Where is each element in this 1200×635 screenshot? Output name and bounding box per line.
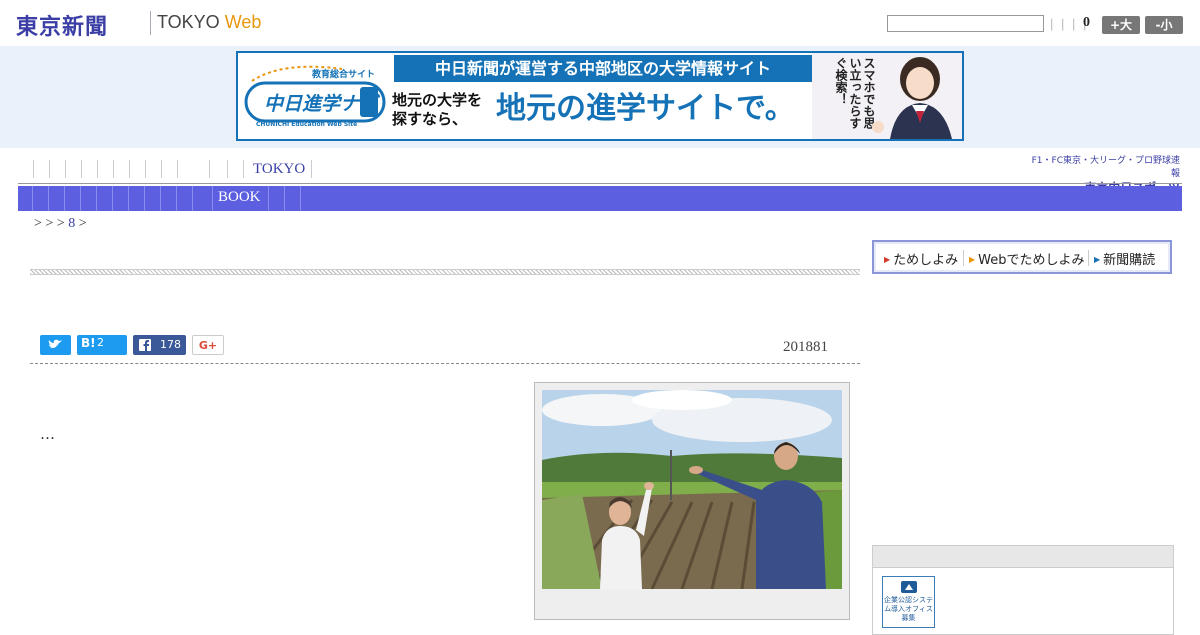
- nav-divider: [144, 186, 145, 211]
- ad-big-text: 地元の進学サイトで。: [496, 91, 795, 126]
- ad-headline: 中日新聞が運営する中部地区の大学情報サイト: [394, 55, 812, 82]
- twitter-icon: [48, 339, 62, 349]
- ad-model-image: [872, 57, 952, 139]
- nav-divider: [97, 160, 98, 178]
- nav-divider-line: [18, 183, 1182, 184]
- nav-divider: [96, 186, 97, 211]
- nav-divider: [81, 160, 82, 178]
- subscribe-divider: [963, 250, 964, 266]
- chunichi-tagline: F1・FC東京・大リーグ・プロ野球速報: [1031, 156, 1180, 179]
- site-header: 東京新聞 TOKYO Web | | | | 0 +大 -小: [0, 0, 1200, 46]
- subscription-box: ▶ ためしよみ ▶ Webでためしよみ ▶ 新聞購読: [872, 240, 1172, 274]
- ad-left-text: 地元の大学を探すなら、: [392, 91, 483, 128]
- nav-divider: [243, 160, 244, 178]
- trial-read-label: ためしよみ: [893, 253, 959, 268]
- nav-divider: [284, 186, 285, 211]
- ad-photo: スマホでも思い立ったらすぐ検索！: [812, 53, 962, 139]
- arrow-right-icon: ▶: [969, 255, 976, 264]
- logo-sub-web: Web: [224, 12, 262, 32]
- header-count: 0: [1083, 15, 1090, 30]
- nav-item-tokyo[interactable]: TOKYO: [253, 161, 305, 178]
- site-logo-sub[interactable]: TOKYO Web: [157, 12, 261, 33]
- nav-divider: [113, 160, 114, 178]
- nav-divider: [145, 160, 146, 178]
- font-smaller-button[interactable]: -小: [1145, 16, 1183, 34]
- field-photo-image: [542, 390, 842, 589]
- article-date: 201881: [783, 339, 828, 355]
- hatena-bookmark-button[interactable]: B! 2: [77, 335, 127, 355]
- facebook-share-button[interactable]: 178: [133, 335, 186, 355]
- article-photo[interactable]: [542, 390, 842, 589]
- search-input[interactable]: [887, 15, 1044, 32]
- nav-divider: [176, 186, 177, 211]
- section-nav: BOOK: [18, 186, 1182, 211]
- ad-logo: 教育総合サイト 中日進学ナビ CHUNICHI Education Web Si…: [242, 59, 390, 135]
- breadcrumb: > > > 8 >: [34, 216, 87, 232]
- nav-divider: [32, 186, 33, 211]
- nav-item-book[interactable]: BOOK: [218, 189, 261, 206]
- web-trial-read-link[interactable]: ▶ Webでためしよみ: [969, 249, 1085, 268]
- nav-divider: [49, 160, 50, 178]
- arrow-right-icon: ▶: [1094, 255, 1101, 264]
- hatena-count: 2: [97, 336, 104, 349]
- nav-divider: [227, 160, 228, 178]
- ad-logo-subtitle: CHUNICHI Education Web Site: [256, 121, 358, 128]
- facebook-count: 178: [160, 338, 181, 351]
- breadcrumb-prefix: > > >: [34, 216, 65, 231]
- web-trial-read-label: Webでためしよみ: [978, 253, 1085, 268]
- nav-divider: [80, 186, 81, 211]
- facebook-icon: [139, 339, 151, 351]
- ad-banner[interactable]: 教育総合サイト 中日進学ナビ CHUNICHI Education Web Si…: [236, 51, 964, 141]
- nav-divider: [128, 186, 129, 211]
- arrow-right-icon: ▶: [884, 255, 891, 264]
- ad-logo-top: 教育総合サイト: [312, 70, 376, 80]
- office-badge[interactable]: 企業公認システム導入オフィス募集: [882, 576, 935, 628]
- ad-logo-main: 中日進学ナビ: [264, 93, 379, 115]
- hatena-icon: B!: [81, 336, 96, 350]
- breadcrumb-suffix: >: [78, 216, 87, 231]
- site-logo[interactable]: 東京新聞: [16, 9, 108, 41]
- nav-divider: [48, 186, 49, 211]
- article-title-rule: [30, 269, 860, 275]
- newspaper-subscription-label: 新聞購読: [1103, 253, 1156, 268]
- font-larger-button[interactable]: +大: [1102, 16, 1140, 34]
- nav-divider: [160, 186, 161, 211]
- nav-divider: [161, 160, 162, 178]
- logo-sub-tokyo: TOKYO: [157, 12, 220, 32]
- nav-divider: [112, 186, 113, 211]
- nav-divider: [64, 186, 65, 211]
- date-divider: [30, 363, 860, 364]
- twitter-share-button[interactable]: [40, 335, 71, 355]
- nav-divider: [268, 186, 269, 211]
- nav-divider: [33, 160, 34, 178]
- breadcrumb-link[interactable]: 8: [68, 216, 75, 231]
- ad-band: 教育総合サイト 中日進学ナビ CHUNICHI Education Web Si…: [0, 46, 1200, 148]
- nav-divider: [212, 186, 213, 211]
- nav-divider: [209, 160, 210, 178]
- office-badge-text: 企業公認システム導入オフィス募集: [884, 596, 933, 622]
- google-plus-button[interactable]: G+: [192, 335, 224, 355]
- nav-divider: [177, 160, 178, 178]
- nav-divider: [129, 160, 130, 178]
- nav-divider: [192, 186, 193, 211]
- nav-divider: [300, 186, 301, 211]
- sidebar-box-header: [873, 546, 1173, 568]
- trial-read-link[interactable]: ▶ ためしよみ: [884, 249, 958, 268]
- article-body: …: [40, 425, 55, 443]
- office-logo-icon: [900, 581, 917, 593]
- logo-divider: [150, 11, 151, 35]
- article-photo-frame: [534, 382, 850, 620]
- newspaper-subscription-link[interactable]: ▶ 新聞購読: [1094, 249, 1155, 268]
- subscribe-divider: [1088, 250, 1089, 266]
- nav-divider: [311, 160, 312, 178]
- nav-divider: [65, 160, 66, 178]
- sidebar-box: 企業公認システム導入オフィス募集: [872, 545, 1174, 635]
